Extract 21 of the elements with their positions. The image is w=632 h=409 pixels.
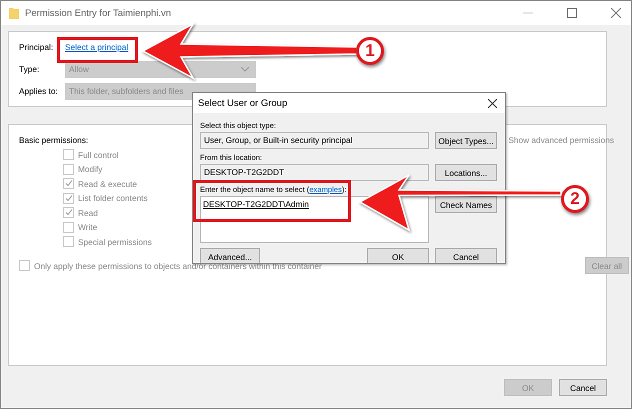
maximize-icon[interactable]: [567, 8, 577, 18]
field-label: Applies to:: [19, 86, 59, 96]
folder-icon: [9, 7, 19, 19]
location-field: DESKTOP-T2G2DDT: [200, 164, 429, 181]
field-label: Principal:: [19, 42, 54, 52]
window-title: Permission Entry for Taimienphi.vn: [25, 8, 172, 18]
cancel-button[interactable]: Cancel: [559, 379, 607, 396]
close-icon[interactable]: [488, 98, 497, 108]
object-types-button[interactable]: Object Types...: [435, 132, 497, 149]
section-heading: Basic permissions:: [19, 135, 88, 145]
chevron-down-icon: [241, 66, 249, 72]
locations-button[interactable]: Locations...: [435, 164, 497, 181]
show-advanced-link[interactable]: Show advanced permissions: [508, 135, 614, 145]
dialog-title: Select User or Group: [198, 98, 288, 108]
object-type-field: User, Group, or Built-in security principal: [200, 132, 429, 149]
principal-link[interactable]: Select a principal: [65, 42, 128, 52]
cancel-button[interactable]: Cancel: [435, 248, 497, 263]
advanced-button[interactable]: Advanced...: [200, 248, 260, 263]
check-names-button[interactable]: Check Names: [435, 196, 497, 213]
ok-button[interactable]: OK: [367, 248, 429, 263]
field-label: Type:: [19, 64, 40, 74]
